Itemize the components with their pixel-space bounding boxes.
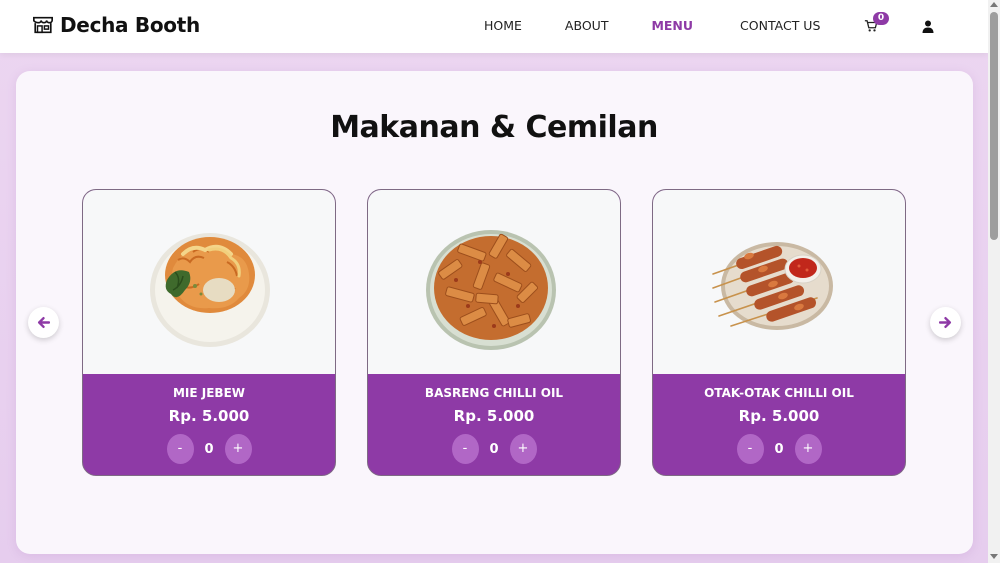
quantity-value: 0	[489, 441, 499, 457]
basreng-image	[426, 230, 556, 350]
decrease-quantity-button[interactable]: -	[736, 434, 764, 464]
product-card-basreng-chilli-oil[interactable]: BASRENG CHILLI OIL Rp. 5.000 - 0 +	[367, 189, 621, 476]
nav-contact[interactable]: CONTACT US	[740, 18, 820, 33]
product-image-area	[653, 190, 905, 374]
carousel-next-button[interactable]	[930, 307, 961, 338]
product-price: Rp. 5.000	[453, 407, 535, 425]
increase-quantity-button[interactable]: +	[509, 434, 537, 464]
increase-quantity-button[interactable]: +	[794, 434, 822, 464]
product-name: OTAK-OTAK CHILLI OIL	[704, 386, 854, 400]
page-scrollbar[interactable]	[988, 0, 1000, 563]
decrease-quantity-button[interactable]: -	[451, 434, 479, 464]
increase-quantity-button[interactable]: +	[224, 434, 252, 464]
section-title: Makanan & Cemilan	[330, 110, 658, 145]
carousel-prev-button[interactable]	[28, 307, 59, 338]
brand[interactable]: Decha Booth	[32, 13, 200, 37]
otak-otak-image	[712, 242, 833, 330]
nav-menu[interactable]: MENU	[651, 18, 693, 33]
scroll-thumb[interactable]	[990, 12, 998, 240]
nav-home[interactable]: HOME	[484, 18, 522, 33]
arrow-left-icon	[37, 316, 50, 329]
brand-name: Decha Booth	[60, 13, 200, 37]
quantity-stepper: - 0 +	[368, 434, 620, 464]
product-card-otak-otak-chilli-oil[interactable]: OTAK-OTAK CHILLI OIL Rp. 5.000 - 0 +	[652, 189, 906, 476]
product-name: MIE JEBEW	[172, 386, 246, 400]
nav-links: HOME ABOUT MENU CONTACT US	[484, 18, 820, 33]
product-image-area	[83, 190, 335, 374]
product-price: Rp. 5.000	[738, 407, 820, 425]
scroll-down-arrow-icon[interactable]	[990, 554, 998, 559]
decrease-quantity-button[interactable]: -	[166, 434, 194, 464]
arrow-right-icon	[939, 316, 952, 329]
product-card-mie-jebew[interactable]: MIE JEBEW Rp. 5.000 - 0 +	[82, 189, 336, 476]
scroll-up-arrow-icon[interactable]	[990, 2, 998, 7]
quantity-stepper: - 0 +	[653, 434, 905, 464]
quantity-stepper: - 0 +	[83, 434, 335, 464]
mie-jebew-image	[150, 233, 270, 347]
shop-icon	[33, 16, 53, 34]
user-icon[interactable]	[922, 20, 934, 33]
cart-count-badge: 0	[873, 12, 889, 25]
product-price: Rp. 5.000	[168, 407, 250, 425]
product-image-area	[368, 190, 620, 374]
nav-about[interactable]: ABOUT	[565, 18, 609, 33]
quantity-value: 0	[774, 441, 784, 457]
quantity-value: 0	[204, 441, 214, 457]
navbar: Decha Booth HOME ABOUT MENU CONTACT US 0	[0, 0, 988, 53]
product-name: BASRENG CHILLI OIL	[424, 386, 564, 400]
